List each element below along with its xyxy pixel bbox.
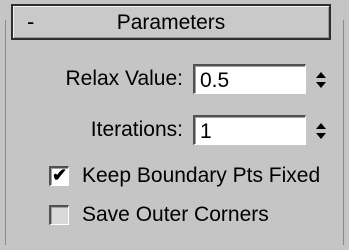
parameters-rollout-header[interactable]: - Parameters [11,4,331,40]
iterations-input[interactable] [193,115,306,145]
relax-value-label: Relax Value: [65,67,183,90]
keep-boundary-label[interactable]: Keep Boundary Pts Fixed [82,164,320,188]
save-outer-corners-checkbox[interactable] [49,205,69,225]
iterations-spinner[interactable] [311,115,331,145]
save-outer-corners-label[interactable]: Save Outer Corners [82,203,269,227]
checkmark-icon: ✔ [52,165,68,185]
relax-value-input[interactable] [193,64,306,94]
spinner-up-icon[interactable] [316,72,326,78]
spinner-up-icon[interactable] [316,123,326,129]
spinner-down-icon[interactable] [316,133,326,139]
rollout-title: Parameters [116,11,226,34]
keep-boundary-checkbox[interactable]: ✔ [49,165,69,186]
spinner-down-icon[interactable] [316,82,326,88]
relax-value-spinner[interactable] [311,64,331,94]
iterations-label: Iterations: [90,118,183,141]
